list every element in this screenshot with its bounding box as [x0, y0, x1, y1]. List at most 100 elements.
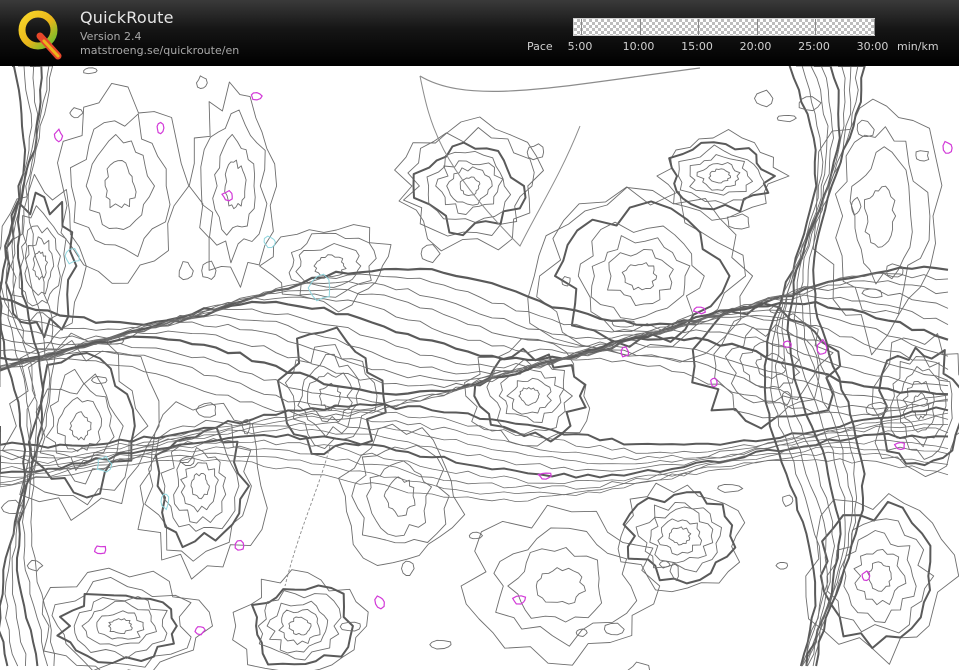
contour-line	[853, 548, 907, 606]
knoll-contour	[83, 67, 98, 75]
pace-tick-label: 5:00	[567, 40, 593, 53]
contour-line	[257, 590, 342, 661]
quickroute-window: Q QuickRoute Version 2.4 matstroeng.se/q…	[0, 0, 959, 670]
contour-line	[85, 134, 155, 230]
marsh-marking	[710, 377, 718, 388]
contour-line	[617, 482, 746, 593]
contour-line	[708, 168, 731, 184]
contour-line	[108, 618, 133, 635]
logo-letter: Q	[42, 60, 43, 62]
knoll-contour	[850, 196, 862, 216]
knoll-contour	[196, 75, 208, 89]
pace-tick-label: 15:00	[681, 40, 713, 53]
app-url-link[interactable]: matstroeng.se/quickroute/en	[80, 44, 239, 57]
contour-line	[69, 411, 92, 441]
knoll-contour	[861, 288, 883, 299]
knoll-contour	[717, 484, 744, 493]
contour-line	[73, 596, 168, 659]
contour-line	[104, 160, 137, 209]
marsh-marking	[250, 91, 263, 101]
contour-line	[473, 347, 587, 443]
marsh-marking	[156, 121, 165, 135]
marsh-marking	[374, 595, 385, 610]
contour-line	[864, 185, 897, 248]
contour-line	[518, 387, 540, 406]
orienteering-map[interactable]	[0, 66, 959, 670]
knoll-contour	[178, 261, 194, 281]
marsh-marking	[194, 626, 206, 636]
contour-line	[212, 133, 256, 236]
contour-line	[0, 439, 949, 485]
knoll-contour	[775, 561, 789, 570]
contour-line	[696, 162, 741, 191]
contour-line	[435, 160, 504, 215]
pace-tick-mark	[756, 19, 758, 35]
contour-line	[668, 526, 692, 546]
contour-line	[849, 146, 913, 285]
contour-line	[96, 610, 145, 640]
contour-line	[351, 444, 450, 544]
contour-line	[366, 460, 432, 537]
contour-line	[459, 176, 481, 197]
knoll-contour	[69, 107, 84, 119]
contour-line	[493, 527, 638, 647]
contour-line	[446, 166, 493, 206]
knoll-contour	[856, 119, 875, 138]
contour-line	[160, 438, 240, 532]
track-line	[419, 67, 701, 92]
marsh-marking	[942, 140, 953, 154]
knoll-contour	[429, 639, 452, 650]
knoll-contour	[627, 661, 650, 670]
knoll-contour	[26, 559, 44, 572]
contour-line	[911, 392, 930, 421]
contour-line	[867, 561, 892, 592]
contour-line	[180, 462, 219, 513]
contour-line	[56, 397, 103, 452]
knoll-contour	[782, 494, 794, 507]
pace-tick-mark	[581, 19, 582, 35]
contour-line	[536, 186, 746, 356]
contour-line	[278, 608, 321, 646]
map-canvas[interactable]	[0, 66, 959, 670]
contour-line	[668, 141, 776, 213]
contour-line	[200, 109, 268, 264]
app-title: QuickRoute	[80, 8, 174, 27]
knoll-contour	[753, 89, 774, 108]
knoll-contour	[915, 150, 930, 162]
pace-tick-mark	[639, 19, 641, 35]
pace-tick-mark	[698, 19, 699, 35]
header-bar: Q QuickRoute Version 2.4 matstroeng.se/q…	[0, 0, 959, 66]
pace-color-scale	[573, 18, 875, 36]
pace-tick-label: 20:00	[739, 40, 772, 53]
contour-line	[41, 567, 213, 670]
knoll-contour	[603, 622, 625, 636]
contour-line	[154, 426, 250, 549]
pace-tick-mark	[815, 19, 816, 35]
contour-line	[190, 472, 210, 500]
pace-label: Pace	[527, 40, 553, 53]
contour-line	[607, 248, 674, 307]
pace-tick-label: 10:00	[622, 40, 655, 53]
contour-line	[649, 506, 714, 564]
pace-tick-label: 30:00	[856, 40, 889, 53]
marsh-marking	[93, 545, 107, 555]
contour-line	[288, 616, 312, 636]
pace-tick-label: 25:00	[798, 40, 830, 53]
contour-line	[224, 159, 247, 210]
knoll-contour	[776, 114, 797, 123]
contour-line	[535, 567, 586, 605]
marsh-marking	[861, 570, 871, 582]
contour-line	[70, 113, 171, 258]
contour-line	[843, 530, 917, 623]
pace-tick-mark	[873, 19, 875, 35]
contour-line	[81, 600, 157, 647]
pace-unit: min/km	[897, 40, 939, 53]
contour-line	[689, 154, 754, 196]
contour-line	[507, 547, 603, 623]
knoll-contour	[401, 560, 415, 576]
footpath-line	[284, 445, 331, 587]
app-version: Version 2.4	[80, 30, 142, 43]
contour-line	[383, 476, 416, 517]
contour-line	[812, 98, 943, 356]
marsh-marking	[53, 128, 64, 143]
